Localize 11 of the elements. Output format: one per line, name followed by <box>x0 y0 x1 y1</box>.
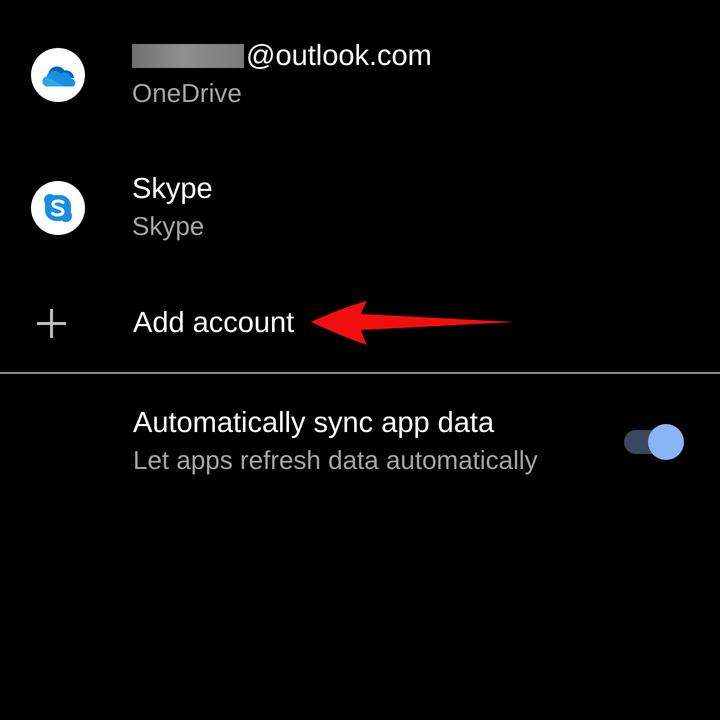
account-title[interactable]: @outlook.com <box>246 38 432 74</box>
sync-toggle-switch[interactable] <box>624 424 684 460</box>
account-type: OneDrive <box>132 76 243 110</box>
account-title[interactable]: Skype <box>132 170 213 208</box>
letter-s-logo-icon <box>31 180 85 234</box>
add-account-label[interactable]: Add account <box>133 304 294 342</box>
cloud-logo-icon <box>31 48 85 102</box>
sync-title: Automatically sync app data <box>133 406 496 441</box>
plus-icon[interactable] <box>37 308 66 338</box>
account-type: Skype <box>132 210 206 242</box>
sync-description: Let apps refresh data automatically <box>133 444 538 477</box>
